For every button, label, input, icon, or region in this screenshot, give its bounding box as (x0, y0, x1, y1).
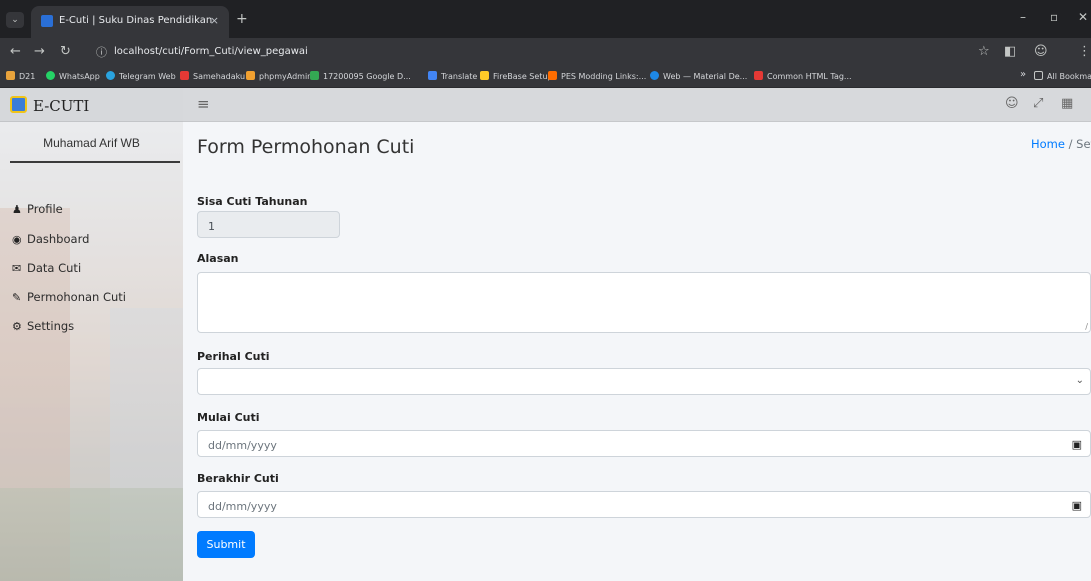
menu-kebab-icon[interactable]: ⋮ (1078, 44, 1091, 59)
chevron-down-icon: ⌄ (1075, 375, 1084, 386)
bookmark-item[interactable]: WhatsApp (46, 71, 100, 81)
hamburger-menu-icon[interactable]: ≡ (197, 95, 210, 113)
breadcrumb-home-link[interactable]: Home (1031, 137, 1065, 151)
bookmark-icon (548, 71, 557, 80)
user-name: Muhamad Arif WB (43, 136, 140, 150)
browser-tab[interactable]: E-Cuti | Suku Dinas Pendidikan × (31, 6, 229, 38)
bookmark-star-icon[interactable]: ☆ (978, 44, 990, 59)
all-bookmarks-button[interactable]: All Bookmark (1034, 71, 1091, 81)
sisa-cuti-label: Sisa Cuti Tahunan (197, 195, 308, 208)
brand-logo-icon (10, 96, 27, 113)
envelope-icon: ✉ (12, 262, 22, 275)
bookmark-item[interactable]: D21 (6, 71, 35, 81)
grid-apps-icon[interactable]: ▦ (1061, 96, 1073, 111)
breadcrumb-separator: / (1064, 137, 1077, 151)
folder-icon (1034, 71, 1043, 80)
app-root: E-CUTI Muhamad Arif WB ♟ Profile ◉ Dashboa… (0, 88, 1091, 581)
berakhir-cuti-placeholder: dd/mm/yyyy (208, 500, 277, 513)
address-bar[interactable]: ⓘ localhost/cuti/Form_Cuti/view_pegawai (90, 41, 970, 63)
translate-icon (428, 71, 437, 80)
fullscreen-icon[interactable]: ⤢ (1033, 96, 1043, 111)
sidebar-item-label: Permohonan Cuti (27, 290, 126, 304)
page-title: Form Permohonan Cuti (197, 136, 415, 158)
bookmark-item[interactable]: Web — Material De... (650, 71, 747, 81)
calendar-icon[interactable]: ▣ (1072, 499, 1082, 512)
mulai-cuti-date-input[interactable]: dd/mm/yyyy ▣ (197, 430, 1091, 457)
berakhir-cuti-label: Berakhir Cuti (197, 472, 279, 485)
submit-button[interactable]: Submit (197, 531, 255, 558)
sidebar: E-CUTI Muhamad Arif WB ♟ Profile ◉ Dashboa… (0, 88, 183, 581)
alasan-label: Alasan (197, 252, 239, 265)
bookmark-item[interactable]: Telegram Web (106, 71, 176, 81)
sidebar-item-data-cuti[interactable]: ✉ Data Cuti (12, 261, 81, 279)
mulai-cuti-placeholder: dd/mm/yyyy (208, 439, 277, 452)
google-drive-icon (310, 71, 319, 80)
top-navbar: ≡ ☺ ⤢ ▦ (183, 88, 1091, 122)
sidebar-item-label: Data Cuti (27, 261, 82, 275)
sisa-cuti-value: 1 (208, 220, 215, 233)
user-icon: ♟ (12, 203, 22, 216)
reload-icon[interactable]: ↻ (60, 44, 71, 59)
sidebar-item-label: Dashboard (27, 232, 90, 246)
new-tab-button[interactable]: + (236, 11, 248, 27)
bookmark-icon (754, 71, 763, 80)
sisa-cuti-field: 1 (197, 211, 340, 238)
phpmyadmin-icon (246, 71, 255, 80)
site-info-icon[interactable]: ⓘ (96, 44, 107, 60)
calendar-icon[interactable]: ▣ (1072, 438, 1082, 451)
bookmarks-bar: D21 WhatsApp Telegram Web Samehadaku php… (0, 66, 1091, 88)
sidebar-divider (10, 161, 180, 163)
tab-title: E-Cuti | Suku Dinas Pendidikan (59, 15, 213, 26)
resize-handle-icon[interactable]: ∕ (1085, 322, 1088, 331)
berakhir-cuti-date-input[interactable]: dd/mm/yyyy ▣ (197, 491, 1091, 518)
sidebar-item-settings[interactable]: ⚙ Settings (12, 319, 74, 337)
sidebar-item-dashboard[interactable]: ◉ Dashboard (12, 232, 89, 250)
favicon-icon (41, 15, 53, 27)
perihal-cuti-select[interactable]: ⌄ (197, 368, 1091, 395)
firebase-icon (480, 71, 489, 80)
browser-tab-strip: ⌄ E-Cuti | Suku Dinas Pendidikan × + – ▫… (0, 0, 1091, 38)
bookmark-item[interactable]: Translate (428, 71, 477, 81)
mulai-cuti-label: Mulai Cuti (197, 411, 260, 424)
bookmark-item[interactable]: 17200095 Google D... (310, 71, 411, 81)
browser-toolbar: ← → ↻ ⓘ localhost/cuti/Form_Cuti/view_pe… (0, 38, 1091, 66)
perihal-cuti-label: Perihal Cuti (197, 350, 270, 363)
tab-close-icon[interactable]: × (210, 14, 219, 27)
restore-icon[interactable]: ▫ (1050, 10, 1058, 24)
url-text: localhost/cuti/Form_Cuti/view_pegawai (114, 46, 308, 57)
back-icon[interactable]: ← (10, 44, 21, 59)
breadcrumb: Home / Settings (1031, 137, 1091, 151)
bookmark-icon (6, 71, 15, 80)
sidebar-item-profile[interactable]: ♟ Profile (12, 202, 63, 220)
bookmark-item[interactable]: phpmyAdmin (246, 71, 312, 81)
bookmarks-overflow-button[interactable]: » (1020, 69, 1026, 80)
bookmark-item[interactable]: PES Modding Links:... (548, 71, 646, 81)
telegram-icon (106, 71, 115, 80)
brand-link[interactable]: E-CUTI (0, 88, 183, 122)
main-content: Form Permohonan Cuti Home / Settings Sis… (183, 122, 1091, 581)
material-icon (650, 71, 659, 80)
breadcrumb-current: Settings (1076, 137, 1091, 151)
close-window-icon[interactable]: ✕ (1078, 10, 1088, 24)
tab-search-button[interactable]: ⌄ (6, 12, 24, 28)
user-account-icon[interactable]: ☺ (1005, 96, 1019, 111)
sidebar-item-label: Profile (27, 202, 63, 216)
sidebar-item-label: Settings (27, 319, 75, 333)
bookmark-item[interactable]: Common HTML Tag... (754, 71, 852, 81)
forward-icon[interactable]: → (34, 44, 45, 59)
extensions-icon[interactable]: ◧ (1004, 44, 1016, 59)
brand-text: E-CUTI (33, 97, 90, 115)
bookmark-item[interactable]: FireBase Setup (480, 71, 553, 81)
bookmark-icon (180, 71, 189, 80)
minimize-icon[interactable]: – (1020, 10, 1026, 24)
whatsapp-icon (46, 71, 55, 80)
edit-icon: ✎ (12, 291, 22, 304)
sidebar-item-permohonan-cuti[interactable]: ✎ Permohonan Cuti (12, 290, 126, 308)
profile-icon[interactable]: ☺ (1034, 44, 1048, 59)
gear-icon: ⚙ (12, 320, 22, 333)
bookmark-item[interactable]: Samehadaku (180, 71, 245, 81)
dashboard-icon: ◉ (12, 233, 22, 246)
alasan-textarea[interactable]: ∕ (197, 272, 1091, 333)
